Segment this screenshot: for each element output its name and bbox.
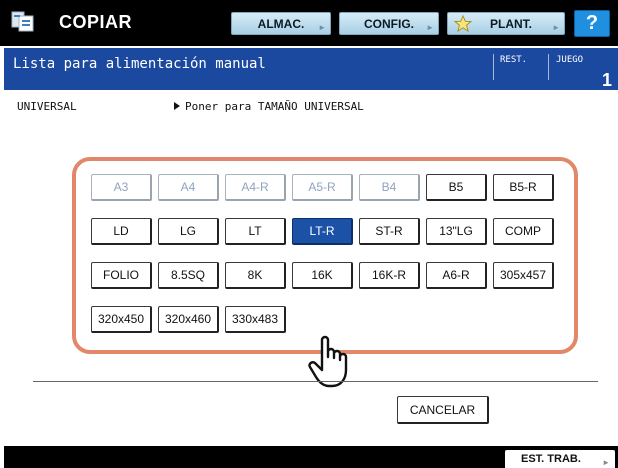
size-button-305x457[interactable]: 305x457 bbox=[493, 262, 554, 289]
star-icon bbox=[454, 15, 472, 32]
size-button-ld[interactable]: LD bbox=[91, 218, 152, 245]
almac-label: ALMAC. bbox=[257, 16, 305, 31]
size-button-comp[interactable]: COMP bbox=[493, 218, 554, 245]
job-status-button[interactable]: EST. TRAB. ► bbox=[505, 450, 615, 468]
size-button-st-r[interactable]: ST-R bbox=[359, 218, 420, 245]
size-button-a5-r[interactable]: A5-R bbox=[292, 174, 353, 201]
instruction: Poner para TAMAÑO UNIVERSAL bbox=[174, 100, 364, 113]
size-button-320x460[interactable]: 320x460 bbox=[158, 306, 219, 333]
size-button-8-5sq[interactable]: 8.5SQ bbox=[158, 262, 219, 289]
size-button-16k[interactable]: 16K bbox=[292, 262, 353, 289]
plant-label: PLANT. bbox=[490, 16, 532, 31]
job-status-label: EST. TRAB. bbox=[521, 453, 581, 465]
size-button-b5[interactable]: B5 bbox=[426, 174, 487, 201]
plant-button[interactable]: PLANT. ► bbox=[447, 12, 565, 35]
size-button-b4[interactable]: B4 bbox=[359, 174, 420, 201]
size-button-folio[interactable]: FOLIO bbox=[91, 262, 152, 289]
divider bbox=[493, 54, 494, 80]
size-button-16k-r[interactable]: 16K-R bbox=[359, 262, 420, 289]
instruction-text: Poner para TAMAÑO UNIVERSAL bbox=[185, 100, 364, 113]
cancel-button[interactable]: CANCELAR bbox=[397, 396, 489, 424]
copy-icon bbox=[11, 11, 34, 32]
chevron-right-icon: ► bbox=[552, 23, 560, 32]
divider bbox=[548, 54, 549, 80]
config-label: CONFIG. bbox=[364, 16, 414, 31]
size-button-lt[interactable]: LT bbox=[225, 218, 286, 245]
status-message: Lista para alimentación manual bbox=[13, 56, 266, 72]
chevron-right-icon: ► bbox=[426, 23, 434, 32]
message-bar: Lista para alimentación manual REST. JUE… bbox=[4, 48, 618, 90]
size-button-a4[interactable]: A4 bbox=[158, 174, 219, 201]
almac-button[interactable]: ALMAC. ► bbox=[231, 12, 331, 35]
chevron-right-icon: ► bbox=[602, 458, 610, 467]
size-button-b5-r[interactable]: B5-R bbox=[493, 174, 554, 201]
juego-label: JUEGO bbox=[556, 55, 584, 65]
juego-count: 1 bbox=[601, 70, 612, 90]
triangle-right-icon bbox=[174, 102, 180, 110]
divider bbox=[33, 381, 598, 382]
help-button[interactable]: ? bbox=[574, 10, 610, 37]
top-bar: COPIAR ALMAC. ► CONFIG. ► PLANT. ► ? bbox=[0, 0, 618, 46]
mode-label: UNIVERSAL bbox=[17, 100, 77, 113]
config-button[interactable]: CONFIG. ► bbox=[339, 12, 439, 35]
size-button-13lg[interactable]: 13"LG bbox=[426, 218, 487, 245]
size-button-330x483[interactable]: 330x483 bbox=[225, 306, 286, 333]
size-button-lg[interactable]: LG bbox=[158, 218, 219, 245]
rest-label: REST. bbox=[500, 55, 528, 65]
size-button-320x450[interactable]: 320x450 bbox=[91, 306, 152, 333]
size-button-a6-r[interactable]: A6-R bbox=[426, 262, 487, 289]
size-button-lt-r[interactable]: LT-R bbox=[292, 218, 353, 245]
size-button-a4-r[interactable]: A4-R bbox=[225, 174, 286, 201]
size-button-8k[interactable]: 8K bbox=[225, 262, 286, 289]
app-title: COPIAR bbox=[59, 12, 133, 32]
size-button-a3[interactable]: A3 bbox=[91, 174, 152, 201]
chevron-right-icon: ► bbox=[318, 23, 326, 32]
